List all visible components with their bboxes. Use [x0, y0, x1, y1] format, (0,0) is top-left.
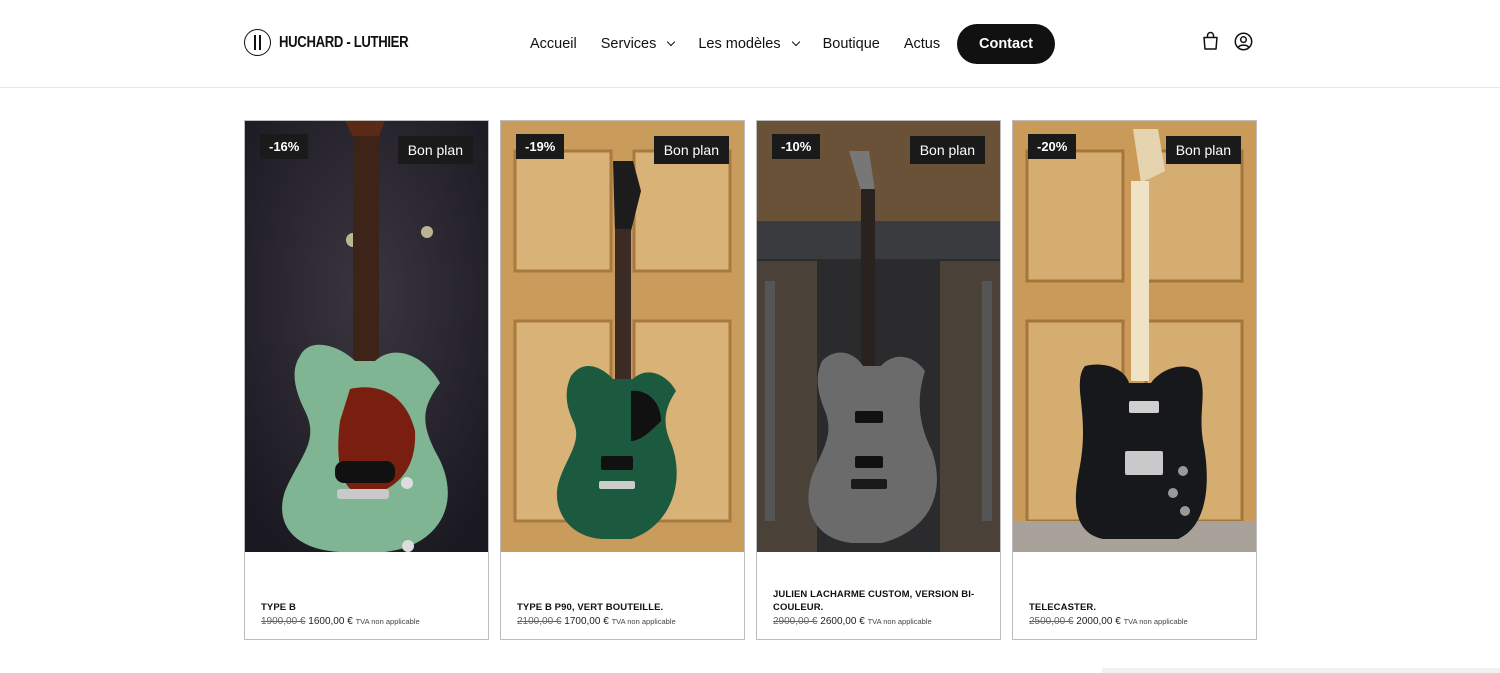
old-price: 2900,00 € [773, 616, 818, 627]
guitar-body [808, 352, 937, 543]
discount-badge: -16% [260, 134, 309, 159]
main-nav: Accueil Services Les modèles Boutique Ac… [530, 24, 964, 64]
product-image[interactable]: -20% Bon plan [1013, 121, 1256, 552]
product-name[interactable]: TYPE B [261, 601, 476, 614]
product-card[interactable]: -20% Bon plan TELECASTER. 2500,00 € 2000… [1012, 120, 1257, 640]
scroll-hint-bar [1102, 668, 1500, 673]
nav-item-services[interactable]: Services [600, 36, 676, 52]
bon-plan-badge: Bon plan [909, 136, 985, 164]
vat-note: TVA non applicable [1123, 617, 1188, 626]
nav-label: Actus [903, 36, 941, 52]
product-info: JULIEN LACHARME CUSTOM, VERSION BI-COULE… [773, 588, 988, 627]
current-price: 1700,00 € [564, 616, 609, 627]
bon-plan-badge: Bon plan [1165, 136, 1241, 164]
nav-label: Boutique [822, 36, 880, 52]
discount-badge: -20% [1028, 134, 1077, 159]
brand-name: HUCHARD - LUTHIER [279, 33, 409, 51]
old-price: 1900,00 € [261, 616, 306, 627]
discount-badge: -10% [772, 134, 821, 159]
old-price: 2500,00 € [1029, 616, 1074, 627]
header-icons [1201, 31, 1253, 51]
product-name[interactable]: TYPE B P90, VERT BOUTEILLE. [517, 601, 732, 614]
product-card[interactable]: -16% Bon plan TYPE B 1900,00 € 1600,00 €… [244, 120, 489, 640]
user-icon[interactable] [1234, 32, 1253, 51]
chevron-down-icon [791, 37, 800, 47]
nav-label: Les modèles [698, 36, 781, 52]
current-price: 2000,00 € [1076, 616, 1121, 627]
product-price: 2900,00 € 2600,00 € TVA non applicable [773, 616, 988, 627]
nav-label: Services [600, 36, 657, 52]
vat-note: TVA non applicable [355, 617, 420, 626]
bag-icon[interactable] [1201, 31, 1220, 51]
bon-plan-badge: Bon plan [397, 136, 473, 164]
guitar-body [556, 365, 677, 539]
current-price: 2600,00 € [820, 616, 865, 627]
product-card[interactable]: -10% Bon plan JULIEN LACHARME CUSTOM, VE… [756, 120, 1001, 640]
product-info: TYPE B P90, VERT BOUTEILLE. 2100,00 € 17… [517, 601, 732, 627]
product-image[interactable]: -10% Bon plan [757, 121, 1000, 552]
product-image[interactable]: -19% Bon plan [501, 121, 744, 552]
site-header: HUCHARD - LUTHIER Accueil Services Les m… [0, 0, 1500, 88]
product-info: TYPE B 1900,00 € 1600,00 € TVA non appli… [261, 601, 476, 627]
product-info: TELECASTER. 2500,00 € 2000,00 € TVA non … [1029, 601, 1244, 627]
current-price: 1600,00 € [308, 616, 353, 627]
logo-icon [244, 29, 271, 56]
nav-item-boutique[interactable]: Boutique [823, 36, 880, 52]
nav-item-modeles[interactable]: Les modèles [698, 36, 800, 52]
product-name[interactable]: JULIEN LACHARME CUSTOM, VERSION BI-COULE… [773, 588, 988, 614]
nav-item-accueil[interactable]: Accueil [530, 36, 577, 52]
contact-button[interactable]: Contact [957, 24, 1055, 64]
product-card[interactable]: -19% Bon plan TYPE B P90, VERT BOUTEILLE… [500, 120, 745, 640]
product-price: 1900,00 € 1600,00 € TVA non applicable [261, 616, 476, 627]
nav-label: Accueil [530, 36, 577, 52]
nav-item-actus[interactable]: Actus [904, 36, 940, 52]
brand-logo[interactable]: HUCHARD - LUTHIER [244, 29, 437, 56]
product-image[interactable]: -16% Bon plan [245, 121, 488, 552]
old-price: 2100,00 € [517, 616, 562, 627]
product-name[interactable]: TELECASTER. [1029, 601, 1244, 614]
product-price: 2500,00 € 2000,00 € TVA non applicable [1029, 616, 1244, 627]
vat-note: TVA non applicable [867, 617, 932, 626]
chevron-down-icon [667, 37, 676, 47]
bon-plan-badge: Bon plan [653, 136, 729, 164]
product-price: 2100,00 € 1700,00 € TVA non applicable [517, 616, 732, 627]
discount-badge: -19% [516, 134, 565, 159]
vat-note: TVA non applicable [611, 617, 676, 626]
